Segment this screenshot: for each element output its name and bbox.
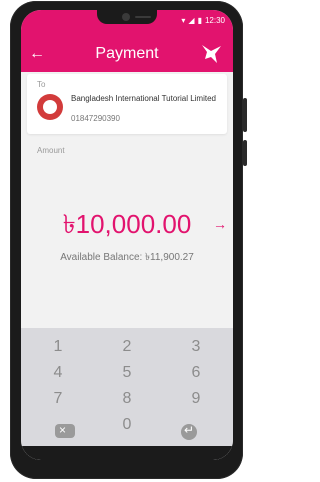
key-8[interactable]: 8: [102, 388, 152, 410]
navigation-bar: [21, 446, 233, 460]
camera-icon: [122, 13, 130, 21]
available-balance: Available Balance: ৳11,900.27: [60, 252, 194, 263]
speaker-icon: [135, 16, 151, 18]
status-icons: ▾ ◢ ▮ 12:30: [181, 16, 225, 25]
next-arrow-icon[interactable]: →: [213, 210, 227, 238]
key-2[interactable]: 2: [102, 336, 152, 358]
amount-section: Amount ৳10,000.00 → Available Balance: ৳…: [27, 140, 227, 263]
key-1[interactable]: 1: [33, 336, 83, 358]
key-6[interactable]: 6: [171, 362, 221, 384]
recipient-name: Bangladesh International Tutorial Limite…: [71, 94, 216, 103]
key-9[interactable]: 9: [171, 388, 221, 410]
wifi-icon: ▾: [181, 16, 186, 25]
app-header: ← Payment: [21, 36, 233, 72]
recipient-card: To Bangladesh International Tutorial Lim…: [27, 74, 227, 134]
key-4[interactable]: 4: [33, 362, 83, 384]
key-0[interactable]: 0: [102, 414, 152, 436]
key-7[interactable]: 7: [33, 388, 83, 410]
amount-label: Amount: [37, 146, 65, 155]
battery-icon: ▮: [197, 16, 202, 25]
enter-icon[interactable]: [181, 423, 197, 440]
app-screen: ▾ ◢ ▮ 12:30 ← Payment To Bangladesh Inte…: [21, 10, 233, 460]
amount-value[interactable]: ৳10,000.00: [27, 210, 227, 238]
volume-button: [243, 98, 247, 132]
numeric-keypad: 1 2 3 4 5 6 7 8 9 0: [21, 328, 233, 460]
power-button: [243, 140, 247, 166]
key-5[interactable]: 5: [102, 362, 152, 384]
recipient-number: 01847290390: [71, 114, 120, 123]
to-label: To: [37, 80, 46, 89]
signal-icon: ◢: [188, 16, 195, 25]
key-3[interactable]: 3: [171, 336, 221, 358]
bird-logo-icon: [202, 45, 221, 63]
backspace-icon[interactable]: [55, 423, 75, 438]
institution-seal-icon: [37, 94, 63, 120]
status-bar: ▾ ◢ ▮ 12:30: [21, 10, 233, 36]
status-time: 12:30: [204, 16, 225, 25]
